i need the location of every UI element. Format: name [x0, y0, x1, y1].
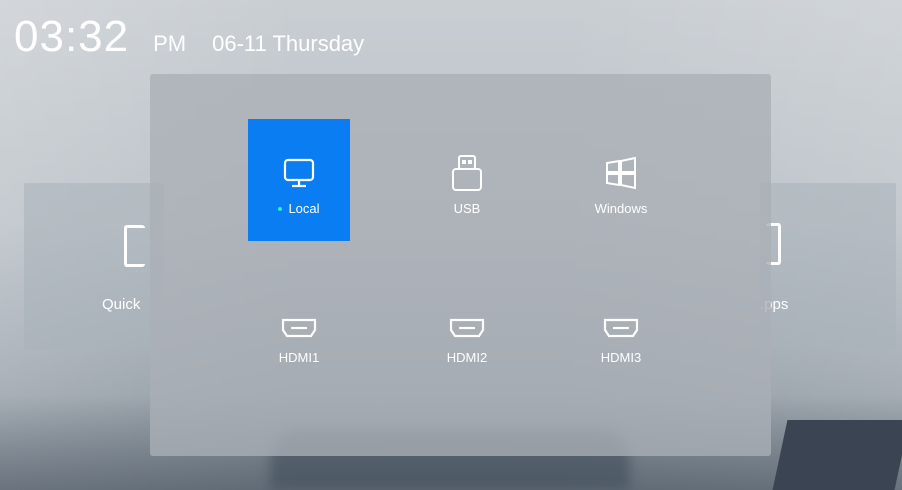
source-hdmi3-label: HDMI3 [600, 350, 642, 365]
windows-icon [606, 156, 636, 190]
background-chair [772, 420, 902, 490]
source-usb[interactable]: USB [416, 119, 518, 241]
clock-date: 06-11 Thursday [212, 31, 365, 56]
clock-ampm: PM [153, 31, 187, 56]
quick-icon [124, 225, 145, 267]
source-hdmi1[interactable]: HDMI1 [248, 284, 350, 406]
source-hdmi1-label: HDMI1 [278, 350, 320, 365]
hdmi-icon [281, 318, 317, 338]
source-windows-label: Windows [594, 201, 648, 216]
quick-card-label: Quick [102, 296, 141, 313]
source-selection-panel: Local USB Windows HDMI1 HDMI2 HDMI3 [150, 74, 771, 456]
quick-card[interactable]: Quick [24, 183, 164, 349]
hdmi-icon [603, 318, 639, 338]
monitor-icon [283, 158, 315, 188]
source-hdmi2-label: HDMI2 [446, 350, 488, 365]
clock-time: 03:32 [14, 12, 130, 61]
source-usb-label: USB [453, 201, 481, 216]
hdmi-icon [449, 318, 485, 338]
source-local[interactable]: Local [248, 119, 350, 241]
apps-card[interactable]: .pps [760, 183, 896, 349]
selected-indicator [278, 206, 283, 211]
source-hdmi3[interactable]: HDMI3 [570, 284, 672, 406]
usb-icon [452, 155, 482, 191]
source-hdmi2[interactable]: HDMI2 [416, 284, 518, 406]
source-local-label: Local [288, 201, 320, 216]
status-clock: 03:32 PM 06-11 Thursday [14, 12, 364, 62]
source-windows[interactable]: Windows [570, 119, 672, 241]
